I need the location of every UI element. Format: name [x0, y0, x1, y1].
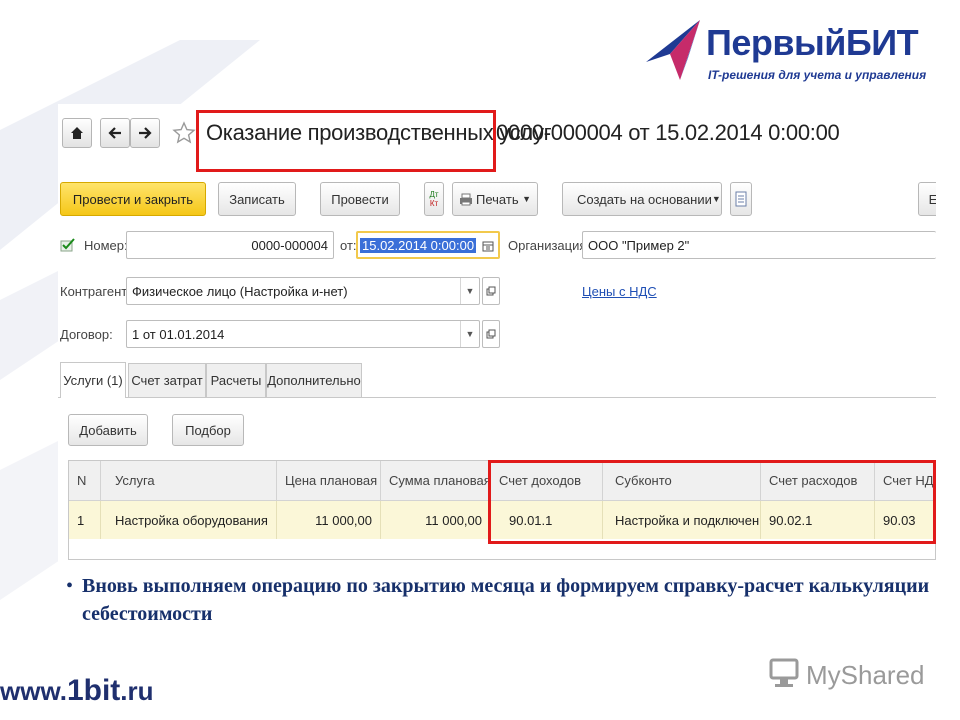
tab-additional[interactable]: Дополнительно	[266, 363, 362, 397]
myshared-watermark: MyShared	[806, 660, 925, 690]
arrow-right-icon	[139, 127, 152, 139]
contract-value: 1 от 01.01.2014	[132, 326, 225, 342]
url-suffix: .ru	[120, 676, 154, 706]
myshared-logo-icon	[769, 658, 799, 687]
save-button[interactable]: Записать	[218, 182, 296, 216]
site-url[interactable]: www.1bit.ru	[0, 674, 154, 708]
tab-settlements[interactable]: Расчеты	[206, 363, 266, 397]
printer-icon	[460, 193, 472, 205]
document-icon	[735, 191, 747, 207]
calendar-icon[interactable]	[482, 240, 494, 252]
posted-check-icon	[60, 238, 75, 252]
column-header[interactable]: Цена плановая	[277, 461, 381, 501]
table-cell[interactable]: 11 000,00	[381, 501, 491, 539]
add-row-button[interactable]: Добавить	[68, 414, 148, 446]
document-form: Оказание производственных услуг 0000-000…	[58, 104, 936, 564]
attachment-button[interactable]	[730, 182, 752, 216]
open-counterparty-button[interactable]	[482, 277, 500, 305]
counterparty-label: Контрагент:	[60, 284, 131, 299]
tabs-baseline	[58, 397, 936, 398]
brand-tagline: IT-решения для учета и управления	[708, 68, 927, 82]
more-button[interactable]: Е	[918, 182, 936, 216]
column-header[interactable]: Сумма плановая	[381, 461, 491, 501]
column-header[interactable]: Услуга	[101, 461, 277, 501]
document-title-number: 0000-000004 от 15.02.2014 0:00:00	[496, 120, 840, 145]
forward-button[interactable]	[130, 118, 160, 148]
contract-field[interactable]: 1 от 01.01.2014 ▼	[126, 320, 480, 348]
home-button[interactable]	[62, 118, 92, 148]
print-label: Печать	[476, 191, 519, 207]
bullet-symbol: •	[66, 575, 74, 597]
create-based-on-label: Создать на основании	[577, 191, 712, 207]
organization-label: Организация:	[508, 238, 591, 253]
dt-label: Дт	[429, 190, 439, 199]
home-icon	[71, 127, 83, 139]
highlight-box-accounts	[488, 460, 936, 544]
select-button[interactable]: Подбор	[172, 414, 244, 446]
organization-field[interactable]: ООО "Пример 2"	[582, 231, 936, 259]
post-and-close-button[interactable]: Провести и закрыть	[60, 182, 206, 216]
tab-cost-account[interactable]: Счет затрат	[128, 363, 206, 397]
open-contract-button[interactable]	[482, 320, 500, 348]
number-field[interactable]: 0000-000004	[126, 231, 334, 259]
contract-label: Договор:	[60, 327, 113, 342]
column-header[interactable]: N	[69, 461, 101, 501]
arrow-left-icon	[108, 127, 121, 139]
back-button[interactable]	[100, 118, 130, 148]
chevron-down-icon: ▼	[522, 194, 531, 204]
table-cell[interactable]: Настройка оборудования	[101, 501, 277, 539]
number-label: Номер:	[84, 238, 128, 253]
highlight-box-title	[196, 110, 496, 172]
favorite-star-icon[interactable]	[172, 120, 196, 146]
post-button[interactable]: Провести	[320, 182, 400, 216]
url-main: 1bit	[66, 674, 121, 707]
bullet-text: Вновь выполняем операцию по закрытию мес…	[82, 575, 930, 625]
table-cell[interactable]: 11 000,00	[277, 501, 381, 539]
chevron-down-icon[interactable]: ▼	[460, 321, 479, 347]
print-button[interactable]: Печать ▼	[452, 182, 538, 216]
prices-with-vat-link[interactable]: Цены с НДС	[582, 284, 657, 299]
url-prefix: www.	[0, 676, 67, 706]
chevron-down-icon[interactable]: ▼	[460, 278, 479, 304]
dtkt-report-button[interactable]: Дт Кт	[424, 182, 444, 216]
table-cell[interactable]: 1	[69, 501, 101, 539]
create-based-on-button[interactable]: Создать на основании ▼	[562, 182, 722, 216]
date-value: 15.02.2014 0:00:00	[360, 237, 477, 253]
open-icon	[486, 329, 496, 339]
open-icon	[486, 286, 496, 296]
counterparty-value: Физическое лицо (Настройка и-нет)	[132, 283, 348, 299]
kt-label: Кт	[429, 199, 439, 208]
date-field[interactable]: 15.02.2014 0:00:00	[356, 231, 500, 259]
brand-name: ПервыйБИТ	[706, 22, 919, 63]
chevron-down-icon: ▼	[711, 194, 721, 204]
counterparty-field[interactable]: Физическое лицо (Настройка и-нет) ▼	[126, 277, 480, 305]
tab-services[interactable]: Услуги (1)	[60, 362, 126, 398]
date-label: от:	[340, 238, 357, 253]
